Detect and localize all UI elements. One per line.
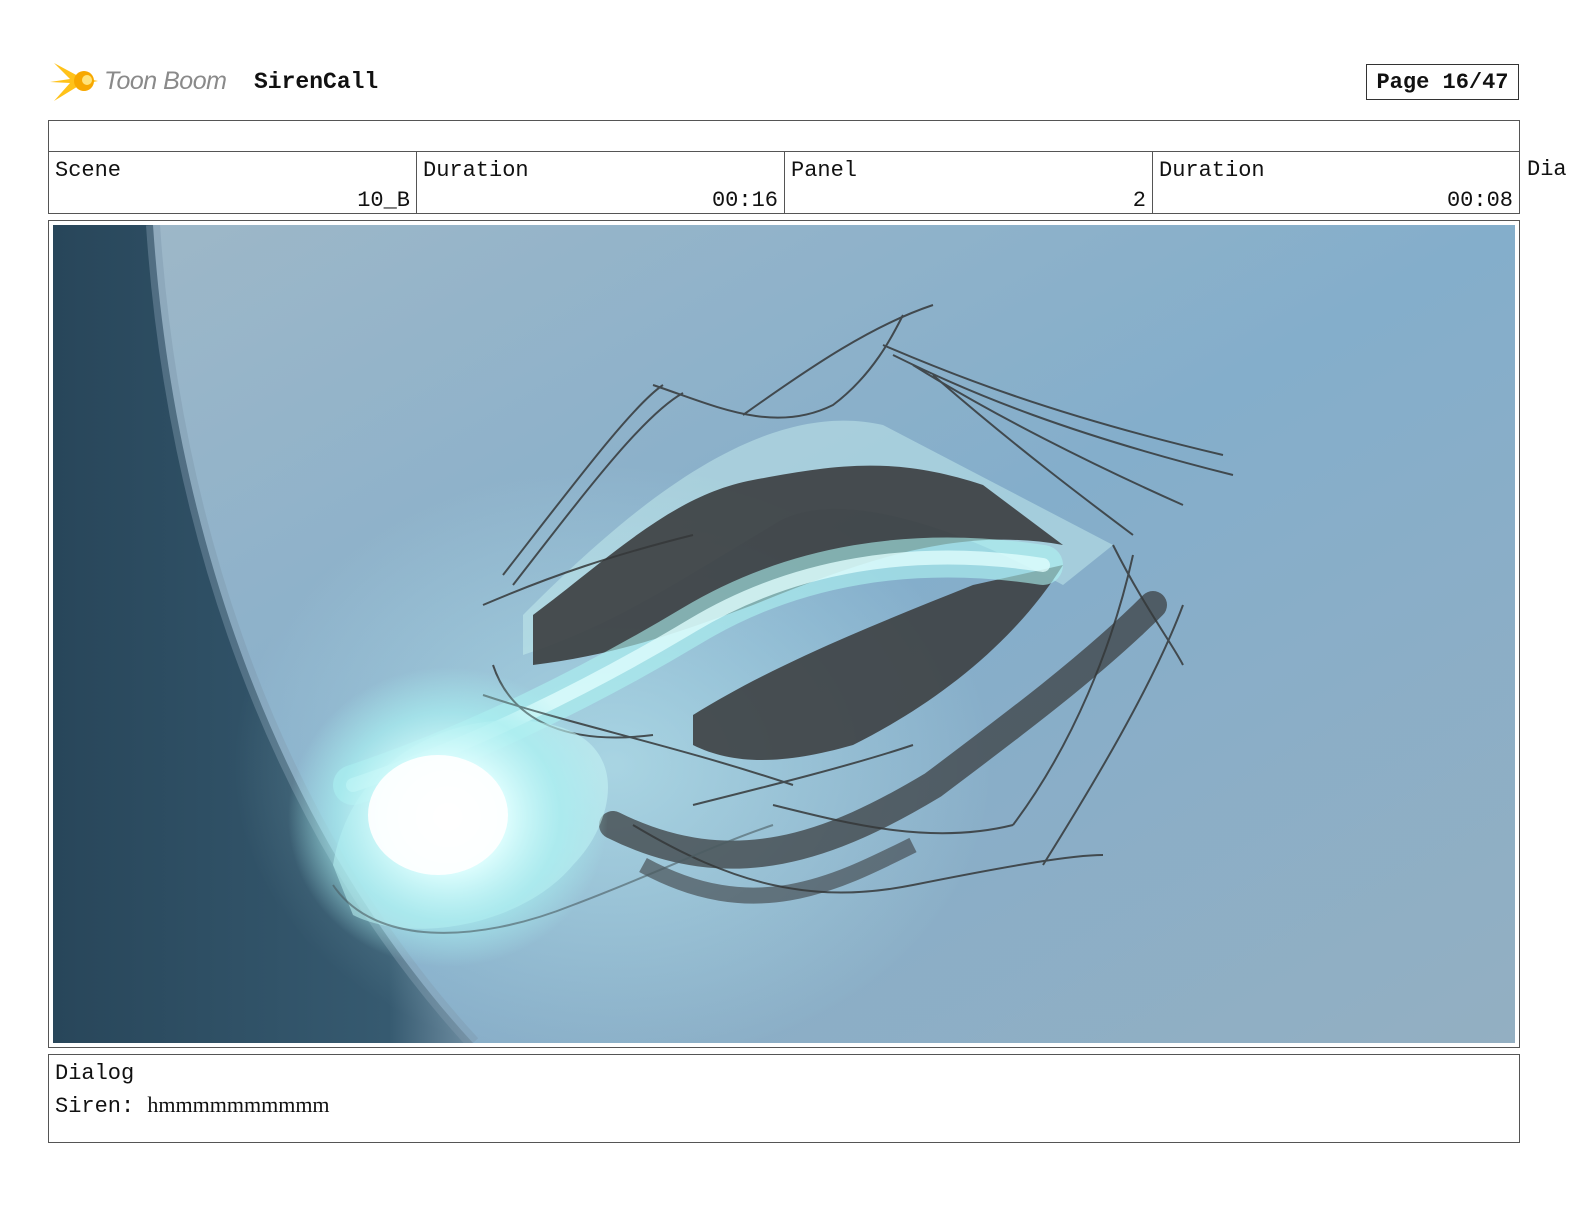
logo-text: Toon Boom (104, 66, 227, 95)
dialog-title: Dialog (55, 1061, 135, 1086)
starburst-logo-icon (50, 63, 98, 101)
dialog-text: hmmmmmmmmmm (147, 1092, 330, 1117)
scene-label: Scene (55, 158, 122, 183)
scene-cell: Scene 10_B (49, 152, 417, 213)
panel-duration-label: Duration (1159, 158, 1265, 183)
panel-cell: Panel 2 (785, 152, 1153, 213)
panel-value: 2 (1132, 188, 1146, 213)
toon-boom-logo: Toon Boom (50, 55, 240, 107)
storyboard-panel-image (53, 225, 1515, 1043)
scene-duration-cell: Duration 00:16 (417, 152, 785, 213)
panel-duration-cell: Duration 00:08 (1153, 152, 1519, 213)
scene-duration-label: Duration (423, 158, 529, 183)
header-blank-row (48, 120, 1520, 152)
scene-duration-value: 00:16 (711, 188, 778, 213)
dialog-box: Dialog Siren: hmmmmmmmmmm (48, 1054, 1520, 1143)
panel-duration-value: 00:08 (1446, 188, 1513, 213)
scene-value: 10_B (357, 188, 410, 213)
project-title: SirenCall (254, 69, 379, 95)
panel-label: Panel (791, 158, 858, 183)
storyboard-panel-frame (48, 220, 1520, 1048)
panel-info-row: Scene 10_B Duration 00:16 Panel 2 Durati… (48, 151, 1520, 214)
dialog-line: Siren: hmmmmmmmmmm (55, 1092, 330, 1119)
page-indicator: Page 16/47 (1366, 64, 1519, 100)
dialog-column-label-clipped: Dia (1527, 157, 1567, 182)
dialog-speaker: Siren: (55, 1094, 135, 1119)
